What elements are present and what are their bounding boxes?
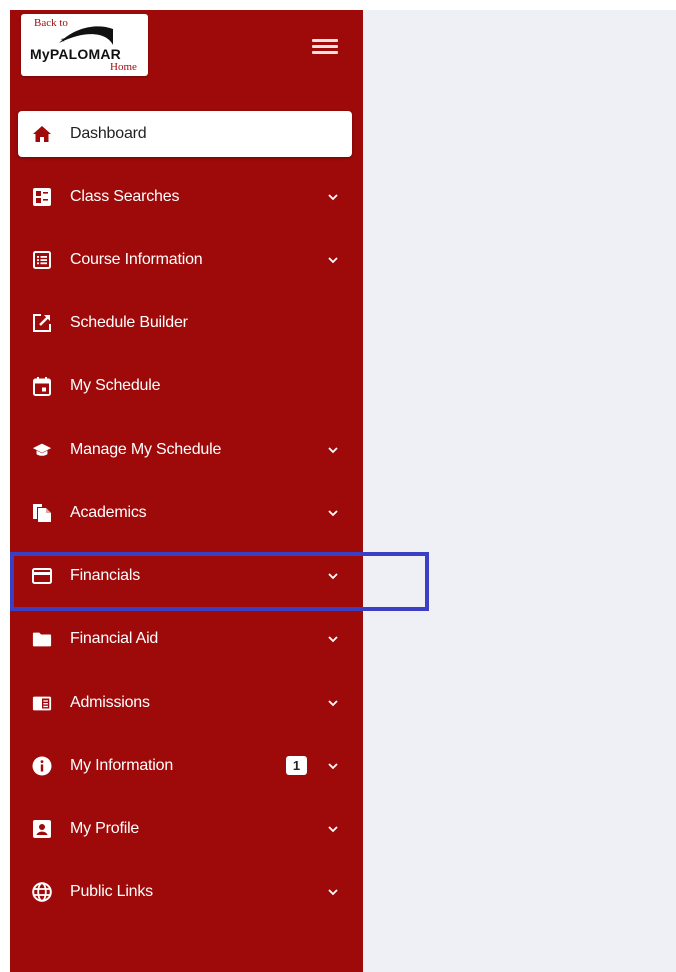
sidebar-item-financials[interactable]: Financials — [18, 553, 352, 599]
hamburger-menu-icon[interactable] — [312, 36, 338, 56]
sidebar-item-label: My Profile — [70, 820, 140, 837]
chevron-down-icon[interactable] — [327, 191, 339, 203]
folder-icon — [32, 629, 52, 649]
notification-count-badge: 1 — [286, 756, 307, 775]
logo-swoosh-icon: * — [59, 26, 113, 47]
globe-icon — [32, 882, 52, 902]
graduation-cap-icon — [32, 440, 52, 460]
sidebar-item-label: Financial Aid — [70, 630, 159, 647]
sidebar-item-my-profile[interactable]: My Profile — [18, 806, 352, 852]
sidebar-item-label: My Schedule — [70, 377, 161, 394]
edit-box-icon — [32, 313, 52, 333]
sidebar-item-dashboard[interactable]: Dashboard — [18, 111, 352, 157]
sidebar-item-financial-aid[interactable]: Financial Aid — [18, 616, 352, 662]
sidebar-item-label: Public Links — [70, 883, 153, 900]
sidebar-item-label: Course Information — [70, 251, 203, 268]
chevron-down-icon[interactable] — [327, 886, 339, 898]
profile-icon — [32, 819, 52, 839]
chevron-down-icon[interactable] — [327, 697, 339, 709]
back-to-mypalomar-logo[interactable]: Back to * MyPALOMAR Home — [21, 14, 148, 76]
sidebar-item-course-information[interactable]: Course Information — [18, 237, 352, 283]
chevron-down-icon[interactable] — [327, 507, 339, 519]
sidebar: Back to * MyPALOMAR Home Dashboard Class… — [10, 10, 363, 972]
calendar-icon — [32, 376, 52, 396]
sidebar-item-label: Manage My Schedule — [70, 441, 222, 458]
sidebar-item-my-information[interactable]: My Information 1 — [18, 743, 352, 789]
list-search-icon — [32, 187, 52, 207]
chevron-down-icon[interactable] — [327, 823, 339, 835]
sidebar-item-academics[interactable]: Academics — [18, 490, 352, 536]
main-content-area — [363, 10, 676, 972]
sidebar-item-public-links[interactable]: Public Links — [18, 869, 352, 915]
sidebar-item-label: Financials — [70, 567, 141, 584]
chevron-down-icon[interactable] — [327, 633, 339, 645]
sidebar-item-schedule-builder[interactable]: Schedule Builder — [18, 300, 352, 346]
sidebar-item-class-searches[interactable]: Class Searches — [18, 174, 352, 220]
home-icon — [32, 124, 52, 144]
credit-card-icon — [32, 566, 52, 586]
sidebar-item-admissions[interactable]: Admissions — [18, 680, 352, 726]
info-icon — [32, 756, 52, 776]
sidebar-item-label: Dashboard — [70, 125, 147, 142]
logo-home-text: Home — [110, 61, 137, 73]
chevron-down-icon[interactable] — [327, 570, 339, 582]
sidebar-item-manage-my-schedule[interactable]: Manage My Schedule — [18, 427, 352, 473]
sidebar-item-label: Admissions — [70, 694, 150, 711]
sidebar-item-label: Schedule Builder — [70, 314, 188, 331]
list-icon — [32, 250, 52, 270]
logo-brand-text: MyPALOMAR — [30, 46, 121, 62]
id-card-icon — [32, 693, 52, 713]
chevron-down-icon[interactable] — [327, 760, 339, 772]
sidebar-item-label: Academics — [70, 504, 147, 521]
documents-icon — [32, 503, 52, 523]
chevron-down-icon[interactable] — [327, 444, 339, 456]
sidebar-item-my-schedule[interactable]: My Schedule — [18, 363, 352, 409]
sidebar-item-label: My Information — [70, 757, 174, 774]
sidebar-item-label: Class Searches — [70, 188, 180, 205]
chevron-down-icon[interactable] — [327, 254, 339, 266]
